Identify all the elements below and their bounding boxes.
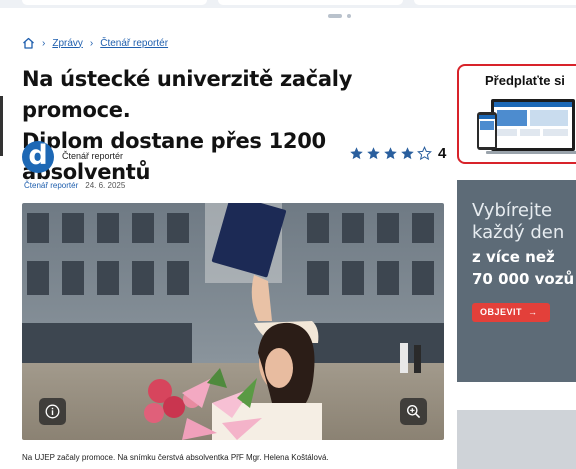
zoom-button[interactable] xyxy=(400,398,427,425)
breadcrumb-item-zpravy[interactable]: Zprávy xyxy=(52,38,83,49)
info-icon xyxy=(45,404,60,419)
author-name[interactable]: Čtenář reportér xyxy=(62,151,123,161)
graduation-photo xyxy=(22,203,444,440)
ad-line-2: každý den xyxy=(472,222,565,243)
star-icon[interactable] xyxy=(383,146,398,161)
carousel-pagination xyxy=(328,14,351,18)
info-button[interactable] xyxy=(39,398,66,425)
author-logo[interactable]: d xyxy=(22,141,54,173)
arrow-right-icon: → xyxy=(528,307,538,317)
left-edge-element xyxy=(0,96,3,156)
star-icon[interactable] xyxy=(400,146,415,161)
ad-cta-button[interactable]: OBJEVIT → xyxy=(472,303,550,322)
rating-value: 4 xyxy=(438,145,447,162)
photo-caption: Na UJEP začaly promoce. Na snímku čerstv… xyxy=(22,453,329,462)
star-icon[interactable] xyxy=(366,146,381,161)
star-icon[interactable] xyxy=(349,146,364,161)
article-tag[interactable]: Čtenář reportér xyxy=(24,181,78,190)
chevron-right-icon: › xyxy=(42,37,46,49)
home-icon[interactable] xyxy=(22,37,35,49)
breadcrumb-item-ctenar-reporter[interactable]: Čtenář reportér xyxy=(100,38,168,49)
promo-title: Předplaťte si xyxy=(485,73,565,88)
zoom-in-icon xyxy=(407,405,421,419)
ad-line-1: Vybírejte xyxy=(472,200,553,221)
chevron-right-icon: › xyxy=(89,37,94,49)
title-line-1: Na ústecké univerzitě začaly promoce. xyxy=(22,67,353,122)
article-date: 24. 6. 2025 xyxy=(85,181,126,190)
car-sales-ad[interactable]: Vybírejte každý den z více než 70 000 vo… xyxy=(457,180,576,382)
ad-cta-label: OBJEVIT xyxy=(480,307,523,317)
article-photo[interactable] xyxy=(22,203,444,440)
star-outline-icon[interactable] xyxy=(417,146,432,161)
ad-line-4: 70 000 vozů xyxy=(472,270,575,288)
carousel-card[interactable] xyxy=(22,0,207,5)
carousel-card[interactable] xyxy=(414,0,576,5)
article-rating[interactable]: 4 xyxy=(349,145,446,162)
ad-line-3: z více než xyxy=(472,248,555,266)
sidebar-ad-2[interactable] xyxy=(457,410,576,469)
carousel-dot-active[interactable] xyxy=(328,14,342,18)
carousel-dot[interactable] xyxy=(347,14,351,18)
article-meta: Čtenář reportér 24. 6. 2025 xyxy=(24,181,125,190)
devices-illustration xyxy=(477,99,576,154)
carousel-card[interactable] xyxy=(218,0,403,5)
page-title: Na ústecké univerzitě začaly promoce. Di… xyxy=(22,64,442,188)
subscription-promo[interactable]: Předplaťte si xyxy=(457,64,576,164)
breadcrumb: › Zprávy › Čtenář reportér xyxy=(22,36,168,50)
